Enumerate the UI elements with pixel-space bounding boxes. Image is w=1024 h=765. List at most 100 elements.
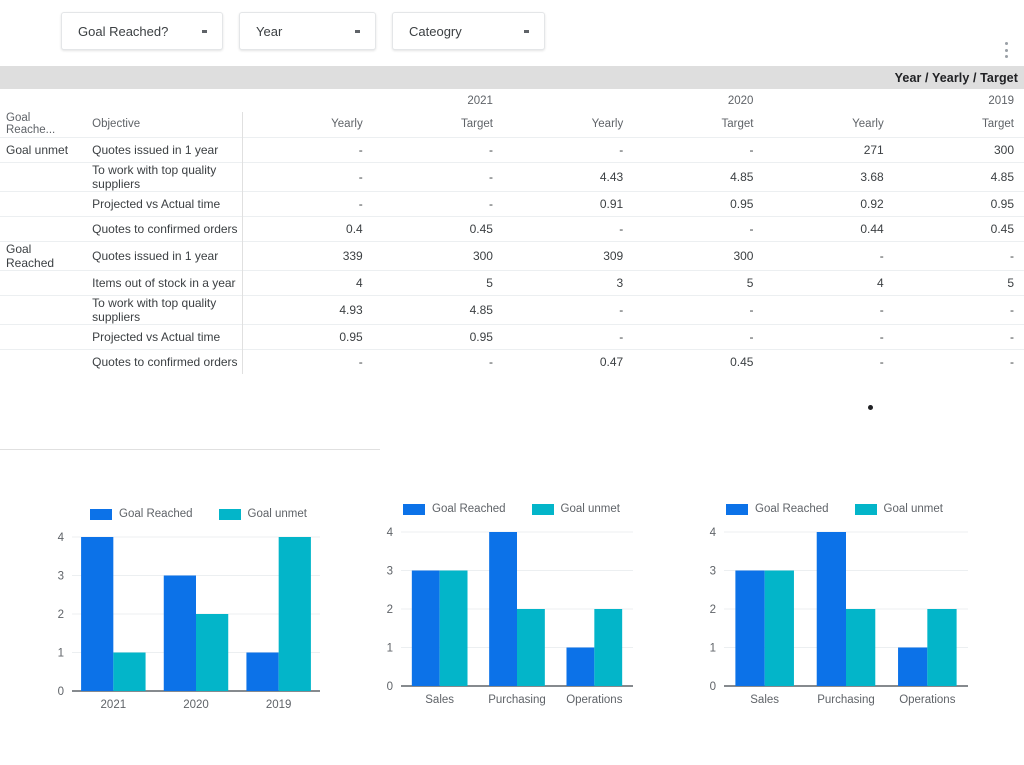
- column-header-2019-target[interactable]: Target: [894, 112, 1024, 137]
- bar[interactable]: [927, 609, 957, 686]
- bar[interactable]: [764, 570, 794, 687]
- bar[interactable]: [163, 575, 196, 692]
- chevron-down-icon: [200, 26, 210, 36]
- chart-plot-area: 0 1 2 3 4 Sales Purchasing Operations: [375, 522, 643, 712]
- legend-label: Goal unmet: [247, 508, 307, 520]
- cell-value: 0.45: [893, 215, 1024, 241]
- cell-value: 300: [633, 240, 764, 270]
- legend-item-goal-unmet[interactable]: Goal unmet: [531, 503, 620, 515]
- cell-value: -: [242, 190, 373, 216]
- bar[interactable]: [594, 609, 623, 686]
- cell-value: 5: [633, 269, 764, 295]
- bar[interactable]: [898, 647, 928, 687]
- bar[interactable]: [489, 532, 517, 686]
- filter-goal-reached[interactable]: Goal Reached?: [61, 12, 223, 50]
- cell-value: 0.92: [763, 190, 894, 216]
- bar[interactable]: [196, 614, 229, 691]
- bar[interactable]: [113, 652, 146, 692]
- chart-plot-area: 0 1 2 3 4 2021 2020 2019: [42, 527, 332, 717]
- y-axis-tick-label: 0: [387, 681, 393, 693]
- legend-item-goal-unmet[interactable]: Goal unmet: [218, 508, 307, 520]
- bar[interactable]: [566, 647, 595, 687]
- y-axis-tick-label: 3: [710, 566, 716, 578]
- column-header-dim2[interactable]: Objective: [80, 112, 243, 137]
- y-axis-tick-label: 1: [58, 648, 64, 660]
- cell-objective: Quotes issued in 1 year: [80, 136, 243, 162]
- filter-year[interactable]: Year: [239, 12, 376, 50]
- cell-value: -: [372, 190, 503, 216]
- y-axis-tick-label: 3: [387, 566, 393, 578]
- kebab-dot: [1004, 48, 1008, 52]
- bar[interactable]: [735, 570, 765, 687]
- legend-swatch-goal-unmet: [218, 508, 241, 520]
- cell-objective: Projected vs Actual time: [80, 323, 243, 349]
- y-axis-tick-label: 4: [387, 527, 394, 539]
- spacer-cell: [80, 89, 242, 112]
- x-axis-tick-label: 2019: [266, 699, 292, 711]
- legend-item-goal-reached[interactable]: Goal Reached: [90, 508, 193, 520]
- y-axis-tick-label: 2: [387, 604, 393, 616]
- column-header-2019-yearly[interactable]: Yearly: [763, 112, 893, 137]
- legend-label: Goal Reached: [432, 503, 506, 515]
- cell-objective: To work with top quality suppliers: [80, 294, 243, 324]
- pivot-table-head: 2021 2020 2019 Goal Reache... Objective …: [0, 89, 1024, 137]
- y-axis-tick-label: 0: [58, 686, 64, 698]
- bar[interactable]: [439, 570, 468, 687]
- legend-item-goal-reached[interactable]: Goal Reached: [403, 503, 506, 515]
- cell-value: 0.95: [633, 190, 764, 216]
- y-axis-tick-label: 1: [387, 643, 393, 655]
- cell-value: 0.95: [372, 323, 503, 349]
- table-title-band: Year / Yearly / Target: [0, 66, 1024, 89]
- cell-value: 4.85: [893, 161, 1024, 191]
- table-bottom-rule: [0, 449, 380, 450]
- legend-swatch-goal-unmet: [854, 503, 877, 515]
- cell-value: 4: [763, 269, 894, 295]
- cell-value: -: [763, 294, 894, 324]
- cell-value: -: [372, 161, 503, 191]
- kebab-menu-icon[interactable]: [999, 40, 1013, 60]
- chart-svg: 0 1 2 3 4 Sales Purchasing Operations: [710, 527, 968, 706]
- chart-svg: 0 1 2 3 4 Sales Purchasing Operations: [387, 527, 633, 706]
- dot-marker-icon: [868, 405, 873, 410]
- bar[interactable]: [278, 537, 311, 691]
- cell-value: 5: [893, 269, 1024, 295]
- cell-value: 0.45: [633, 348, 764, 374]
- kebab-dot: [1004, 55, 1008, 58]
- filter-category[interactable]: Cateogry: [392, 12, 545, 50]
- cell-objective: To work with top quality suppliers: [80, 161, 243, 191]
- cell-value: -: [763, 348, 894, 374]
- legend-item-goal-reached[interactable]: Goal Reached: [726, 503, 829, 515]
- column-header-2020-target[interactable]: Target: [633, 112, 763, 137]
- y-axis-tick-label: 4: [58, 532, 65, 544]
- legend-label: Goal unmet: [883, 503, 943, 515]
- table-row: Items out of stock in a year 4 5 3 5 4 5: [0, 269, 1024, 295]
- cell-value: 4: [242, 269, 373, 295]
- cell-value: 3: [502, 269, 634, 295]
- cell-value: -: [372, 136, 503, 162]
- kebab-dot: [1004, 42, 1008, 45]
- bar[interactable]: [411, 570, 440, 687]
- bar[interactable]: [846, 609, 876, 686]
- column-header-2021-target[interactable]: Target: [373, 112, 503, 137]
- cell-value: 0.95: [893, 190, 1024, 216]
- bar[interactable]: [81, 537, 114, 691]
- year-group-2020: 2020: [727, 94, 754, 107]
- column-header-row: Goal Reache... Objective Yearly Target Y…: [0, 112, 1024, 137]
- year-group-header-row: 2021 2020 2019: [0, 89, 1024, 112]
- cell-dim1: [0, 294, 81, 324]
- cell-value: 271: [763, 136, 894, 162]
- filter-bar: Goal Reached? Year Cateogry: [0, 0, 1024, 62]
- cell-objective: Quotes issued in 1 year: [80, 240, 243, 270]
- table-row: To work with top quality suppliers - -4.43…: [0, 161, 1024, 191]
- cell-value: -: [893, 294, 1024, 324]
- column-header-dim1[interactable]: Goal Reache...: [0, 112, 80, 137]
- column-header-2020-yearly[interactable]: Yearly: [503, 112, 633, 137]
- legend-item-goal-unmet[interactable]: Goal unmet: [854, 503, 943, 515]
- bar[interactable]: [816, 532, 846, 686]
- cell-value: -: [502, 215, 634, 241]
- bar[interactable]: [517, 609, 545, 686]
- filter-label: Year: [256, 23, 283, 39]
- column-header-2021-yearly[interactable]: Yearly: [242, 112, 372, 137]
- bar[interactable]: [246, 652, 279, 692]
- cell-value: -: [502, 323, 634, 349]
